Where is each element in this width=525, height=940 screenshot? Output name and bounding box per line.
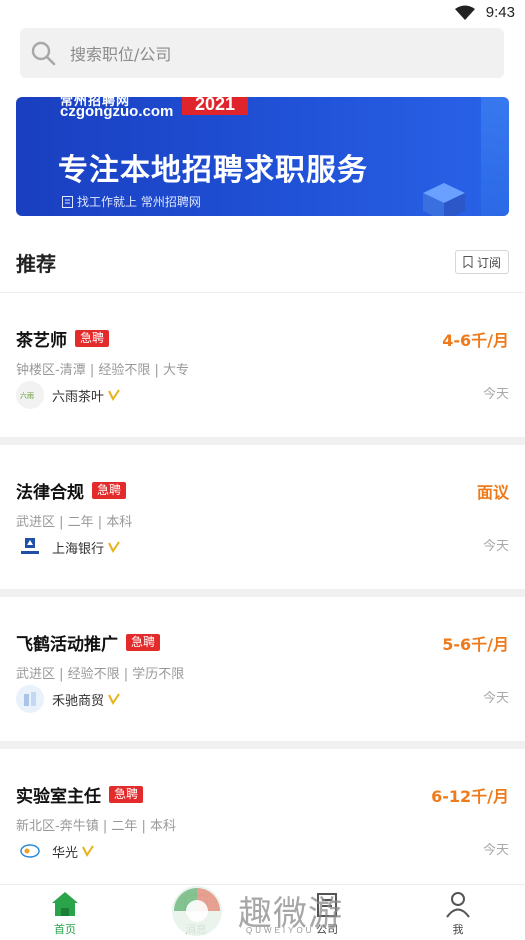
verified-icon [82,845,94,857]
job-salary: 面议 [476,483,509,502]
status-time: 9:43 [485,4,515,21]
company-info: 上海银行 [16,533,120,561]
urgent-badge: 急聘 [75,330,110,347]
company-info: 禾驰商贸 [16,685,120,713]
tab-company[interactable]: 公司 [297,889,357,937]
company-name: 上海银行 [52,541,105,557]
verified-icon [108,693,120,705]
bookmark-icon [463,256,473,268]
urgent-badge: 急聘 [92,482,127,499]
person-icon [446,892,470,918]
post-date: 今天 [482,539,509,554]
cube-graphic-icon [423,183,465,216]
subscribe-label: 订阅 [476,255,501,270]
banner-slogan: 专注本地招聘求职服务 [58,153,368,188]
status-bar: 9:43 [0,0,525,28]
company-name: 六雨茶叶 [52,389,105,405]
message-icon [184,894,208,919]
app-screen: 9:43 搜索职位/公司 常州招聘网 czgongzuo.com 2021 专注… [0,0,525,940]
post-date: 今天 [482,843,509,858]
banner-decoration [481,97,509,216]
company-info: 华光 [16,837,94,865]
home-icon [52,892,78,916]
tab-profile[interactable]: 我 [428,889,488,937]
company-icon [317,893,337,917]
job-card[interactable]: 实验室主任 急聘 6-12千/月 新北区-奔牛镇 | 二年 | 本科 华光 今天 [0,749,525,893]
svg-text:六雨: 六雨 [20,391,34,400]
job-meta: 新北区-奔牛镇 | 二年 | 本科 [16,819,176,834]
job-salary: 5-6千/月 [442,635,509,654]
tab-label: 我 [452,923,464,936]
building-logo-icon [24,692,36,706]
company-logo: 六雨 [16,381,44,409]
tab-label: 消息 [185,923,207,936]
tea-logo-icon: 六雨 [20,391,34,400]
company-logo [16,685,44,713]
subscribe-button[interactable]: 订阅 [455,250,509,274]
post-date: 今天 [482,387,509,402]
banner-subtitle-text: 找工作就上 常州招聘网 [77,195,201,209]
job-title: 茶艺师 [16,331,67,351]
banner-logo-en: czgongzuo.com [60,103,174,120]
job-card[interactable]: 茶艺师 急聘 4-6千/月 钟楼区-清潭 | 经验不限 | 大专 六雨 六雨茶叶… [0,293,525,437]
company-logo [16,837,44,865]
banner-subtitle: 找工作就上 常州招聘网 [62,193,201,210]
job-card[interactable]: 法律合规 急聘 面议 武进区 | 二年 | 本科 上海银行 今天 [0,445,525,589]
card-divider [0,589,525,597]
job-salary: 6-12千/月 [431,787,509,806]
company-name: 禾驰商贸 [52,693,105,709]
huaguang-logo-icon [20,844,40,858]
post-date: 今天 [482,691,509,706]
bottom-tab-bar: 首页 消息 公司 我 [0,884,525,940]
search-icon [31,41,56,66]
company-info: 六雨 六雨茶叶 [16,381,120,409]
job-title: 飞鹤活动推广 [16,635,118,655]
tab-label: 首页 [54,923,76,936]
tab-home[interactable]: 首页 [35,889,95,937]
job-title: 实验室主任 [16,787,101,807]
job-title: 法律合规 [16,483,84,503]
section-title: 推荐 [16,252,56,276]
bank-logo-icon [21,538,39,554]
verified-icon [108,389,120,401]
document-icon [62,195,73,208]
job-meta: 武进区 | 经验不限 | 学历不限 [16,667,185,682]
job-meta: 武进区 | 二年 | 本科 [16,515,133,530]
urgent-badge: 急聘 [109,786,144,803]
promo-banner[interactable]: 常州招聘网 czgongzuo.com 2021 专注本地招聘求职服务 找工作就… [16,97,509,216]
urgent-badge: 急聘 [126,634,161,651]
tab-messages[interactable]: 消息 [166,889,226,937]
verified-icon [108,541,120,553]
tab-label: 公司 [316,923,338,936]
company-logo [16,533,44,561]
search-bar[interactable]: 搜索职位/公司 [20,28,504,78]
company-name: 华光 [52,845,79,861]
card-divider [0,437,525,445]
job-salary: 4-6千/月 [442,331,509,350]
job-meta: 钟楼区-清潭 | 经验不限 | 大专 [16,363,189,378]
banner-year-badge: 2021 [182,97,248,115]
job-card[interactable]: 飞鹤活动推广 急聘 5-6千/月 武进区 | 经验不限 | 学历不限 禾驰商贸 … [0,597,525,741]
search-placeholder: 搜索职位/公司 [70,45,172,64]
card-divider [0,741,525,749]
wifi-icon [455,5,475,20]
